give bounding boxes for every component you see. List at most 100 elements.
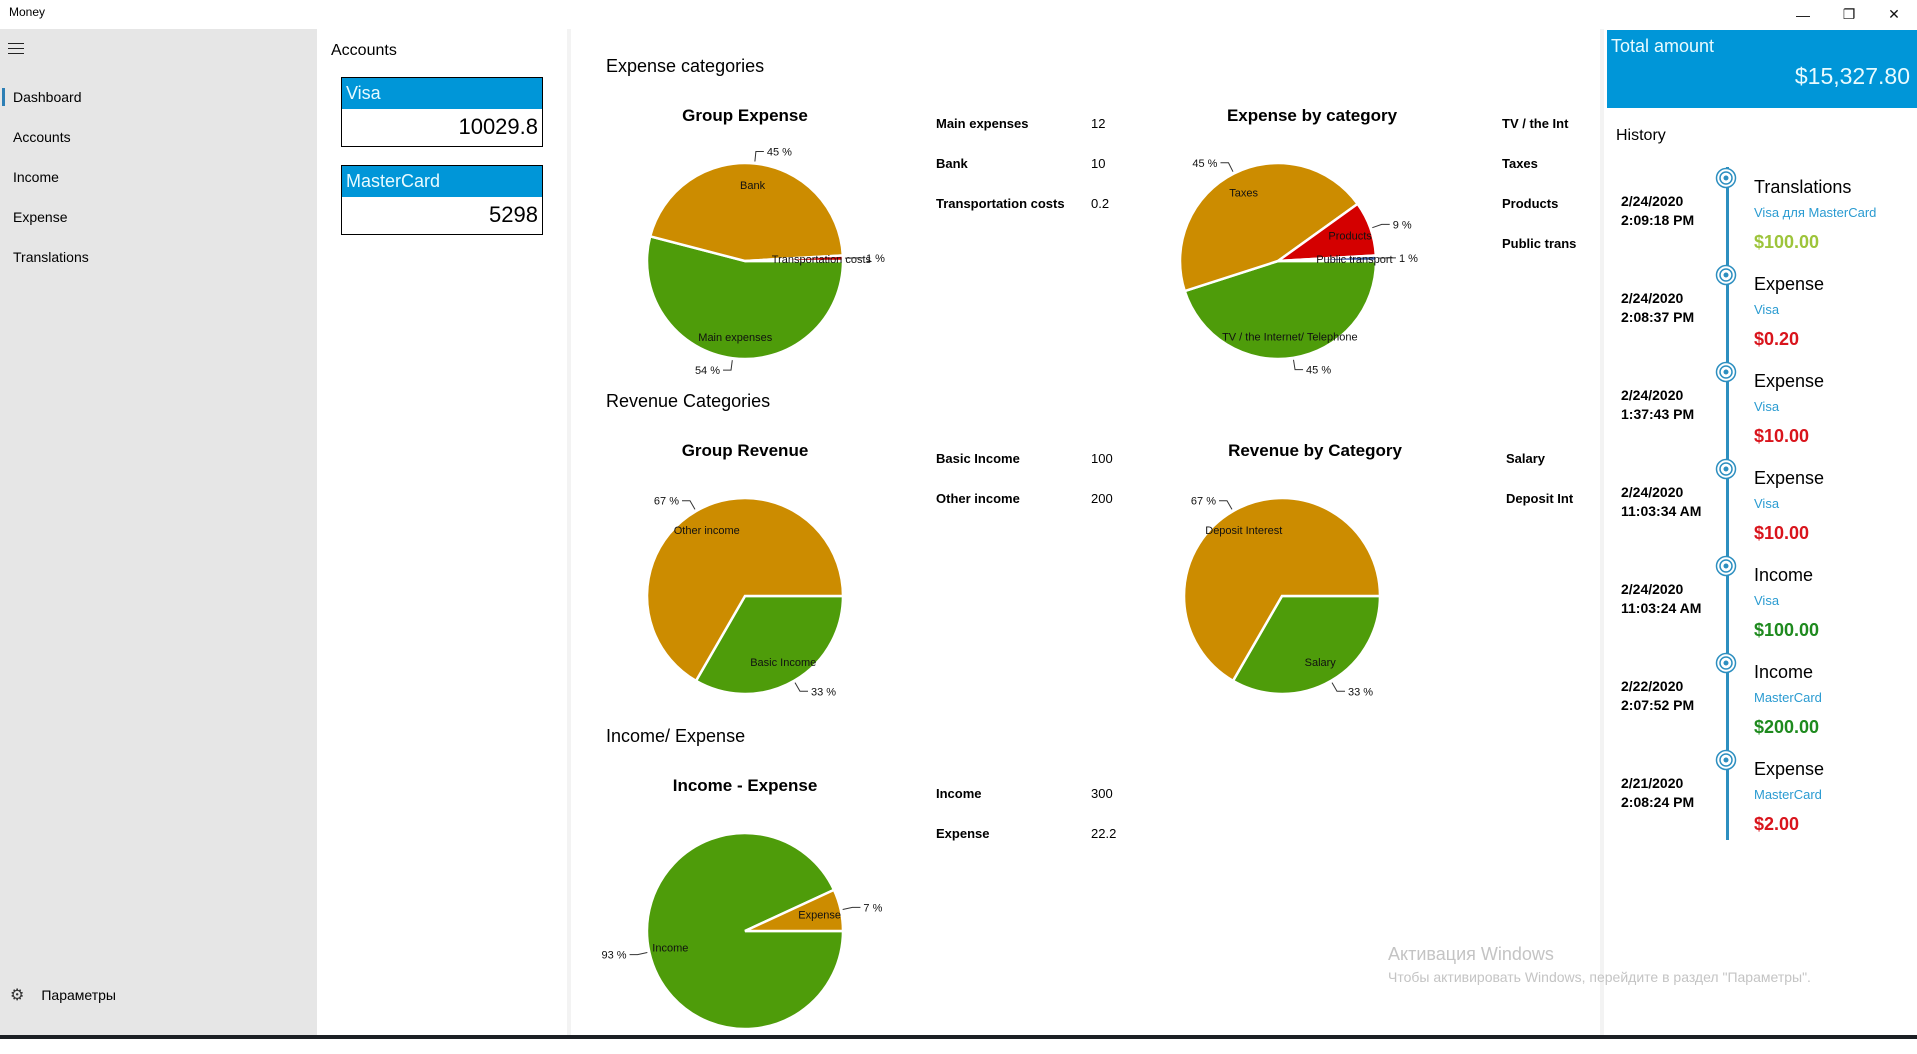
history-date: 2/21/20202:08:24 PM bbox=[1621, 774, 1711, 812]
account-card-mastercard[interactable]: MasterCard 5298 bbox=[341, 165, 543, 235]
settings-button[interactable]: ⚙ Параметры bbox=[0, 975, 317, 1015]
history-date-day: 2/24/2020 bbox=[1621, 386, 1711, 405]
legend-name: Salary bbox=[1506, 451, 1545, 466]
pie-percent-label: 33 % bbox=[811, 686, 836, 698]
account-name: MasterCard bbox=[342, 166, 542, 197]
history-amount: $0.20 bbox=[1754, 329, 1799, 350]
history-date: 2/24/202011:03:24 AM bbox=[1621, 580, 1711, 618]
legend-name: Basic Income bbox=[936, 451, 1020, 466]
sidebar-item-accounts[interactable]: Accounts bbox=[0, 117, 317, 157]
chart-title: Revenue by Category bbox=[1165, 441, 1465, 461]
restore-icon: ❐ bbox=[1843, 6, 1856, 23]
history-account-link[interactable]: Visa bbox=[1754, 593, 1779, 608]
timeline-node-icon bbox=[1715, 652, 1737, 674]
group-revenue-pie: Basic Income33 %Other income67 % bbox=[571, 459, 901, 719]
account-card-visa[interactable]: Visa 10029.8 bbox=[341, 77, 543, 147]
accounts-title: Accounts bbox=[331, 42, 397, 60]
pie-slice-label: Salary bbox=[1305, 657, 1337, 669]
hamburger-menu-button[interactable] bbox=[8, 43, 24, 55]
sidebar-item-dashboard[interactable]: Dashboard bbox=[0, 77, 317, 117]
legend-name: Public trans bbox=[1502, 236, 1582, 251]
history-date: 2/24/202011:03:34 AM bbox=[1621, 483, 1711, 521]
history-date-time: 2:08:37 PM bbox=[1621, 308, 1711, 327]
history-item[interactable]: 2/24/202011:03:34 AMExpenseVisa$10.00 bbox=[1604, 456, 1917, 553]
history-date: 2/22/20202:07:52 PM bbox=[1621, 677, 1711, 715]
history-account-link[interactable]: Visa bbox=[1754, 496, 1779, 511]
legend-value: 0.2 bbox=[1091, 196, 1109, 211]
legend-name: Taxes bbox=[1502, 156, 1538, 171]
chart-title: Income - Expense bbox=[595, 776, 895, 796]
pie-slice-label: Bank bbox=[740, 180, 766, 192]
history-type: Expense bbox=[1754, 274, 1824, 295]
history-date: 2/24/20201:37:43 PM bbox=[1621, 386, 1711, 424]
group-expense-pie: Main expenses54 %Bank45 %Transportation … bbox=[571, 124, 901, 384]
pie-percent-label: 67 % bbox=[654, 496, 679, 508]
pie-percent-label: 1 % bbox=[1399, 253, 1418, 265]
pie-leader-line bbox=[1220, 163, 1233, 172]
history-title: History bbox=[1616, 127, 1666, 145]
history-type: Expense bbox=[1754, 371, 1824, 392]
pie-leader-line bbox=[843, 907, 861, 909]
pie-slice-label: Deposit Interest bbox=[1205, 525, 1282, 537]
pie-slice-label: Expense bbox=[798, 910, 841, 922]
legend-name: Products bbox=[1502, 196, 1558, 211]
history-item[interactable]: 2/24/20202:09:18 PMTranslationsVisa для … bbox=[1604, 165, 1917, 262]
history-account-link[interactable]: Visa bbox=[1754, 302, 1779, 317]
pie-leader-line bbox=[1372, 224, 1389, 227]
sidebar-item-label: Accounts bbox=[13, 129, 71, 145]
pie-percent-label: 54 % bbox=[695, 365, 720, 377]
settings-label: Параметры bbox=[41, 987, 116, 1003]
pie-leader-line bbox=[723, 360, 732, 370]
history-account-link[interactable]: Visa для MasterCard bbox=[1754, 205, 1876, 220]
legend-value: 200 bbox=[1091, 491, 1113, 506]
total-amount-value: $15,327.80 bbox=[1795, 63, 1910, 90]
history-date: 2/24/20202:09:18 PM bbox=[1621, 192, 1711, 230]
legend-value: 22.2 bbox=[1091, 826, 1116, 841]
history-type: Expense bbox=[1754, 468, 1824, 489]
pie-percent-label: 7 % bbox=[863, 902, 882, 914]
legend-name: Income bbox=[936, 786, 982, 801]
hamburger-icon bbox=[8, 43, 24, 44]
timeline-node-icon bbox=[1715, 264, 1737, 286]
history-item[interactable]: 2/24/202011:03:24 AMIncomeVisa$100.00 bbox=[1604, 553, 1917, 650]
pie-leader-line bbox=[755, 152, 764, 162]
pie-leader-line bbox=[1294, 360, 1304, 370]
sidebar-item-income[interactable]: Income bbox=[0, 157, 317, 197]
pie-percent-label: 93 % bbox=[601, 950, 626, 962]
sidebar-item-translations[interactable]: Translations bbox=[0, 237, 317, 277]
pie-percent-label: 45 % bbox=[1306, 365, 1331, 377]
history-account-link[interactable]: Visa bbox=[1754, 399, 1779, 414]
history-date-time: 2:07:52 PM bbox=[1621, 696, 1711, 715]
pie-leader-line bbox=[1332, 683, 1345, 692]
restore-button[interactable]: ❐ bbox=[1826, 0, 1872, 29]
timeline-node-icon bbox=[1715, 555, 1737, 577]
account-name: Visa bbox=[342, 78, 542, 109]
history-item[interactable]: 2/24/20201:37:43 PM Expense Visa $10.00 bbox=[1604, 359, 1917, 456]
history-item[interactable]: 2/21/20202:08:24 PMExpenseMasterCard$2.0… bbox=[1604, 747, 1917, 844]
history-account-link[interactable]: MasterCard bbox=[1754, 690, 1822, 705]
sidebar-item-label: Dashboard bbox=[13, 89, 82, 105]
history-item[interactable]: 2/24/20202:08:37 PMExpenseVisa$0.20 bbox=[1604, 262, 1917, 359]
dashboard-main: Expense categories Group Expense Main ex… bbox=[571, 29, 1596, 1035]
history-item[interactable]: 2/22/20202:07:52 PMIncomeMasterCard$200.… bbox=[1604, 650, 1917, 747]
pie-percent-label: 33 % bbox=[1348, 686, 1373, 698]
pie-slice-label: Taxes bbox=[1229, 188, 1258, 200]
activation-watermark-subtitle: Чтобы активировать Windows, перейдите в … bbox=[1388, 969, 1811, 985]
legend-value: 12 bbox=[1091, 116, 1105, 131]
sidebar-item-expense[interactable]: Expense bbox=[0, 197, 317, 237]
account-balance: 10029.8 bbox=[342, 109, 542, 145]
history-account-link[interactable]: MasterCard bbox=[1754, 787, 1822, 802]
minimize-button[interactable]: — bbox=[1780, 0, 1826, 29]
history-amount: $100.00 bbox=[1754, 232, 1819, 253]
total-amount-card: Total amount $15,327.80 bbox=[1607, 30, 1917, 108]
legend-name: Bank bbox=[936, 156, 968, 171]
history-date-time: 1:37:43 PM bbox=[1621, 405, 1711, 424]
app-title: Money bbox=[9, 5, 45, 19]
history-amount: $10.00 bbox=[1754, 426, 1809, 447]
minimize-icon: — bbox=[1796, 7, 1810, 23]
history-type: Income bbox=[1754, 662, 1813, 683]
pie-percent-label: 67 % bbox=[1191, 496, 1216, 508]
close-button[interactable]: ✕ bbox=[1871, 0, 1917, 29]
legend-value: 300 bbox=[1091, 786, 1113, 801]
history-date-day: 2/24/2020 bbox=[1621, 580, 1711, 599]
